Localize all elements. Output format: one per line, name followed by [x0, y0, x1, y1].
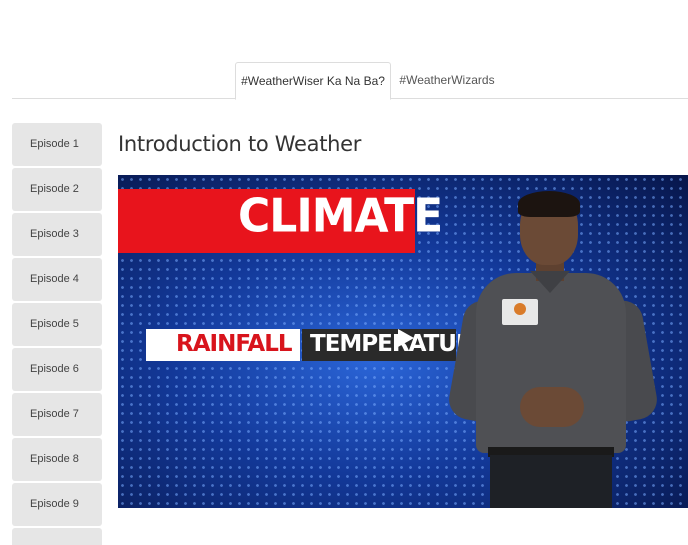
presenter-hands — [520, 387, 584, 427]
tab-weatherwizards[interactable]: #WeatherWizards — [391, 62, 503, 99]
episode-item-3[interactable]: Episode 3 — [12, 213, 102, 256]
presenter-pants — [490, 455, 612, 508]
episode-item-6[interactable]: Episode 6 — [12, 348, 102, 391]
episode-item-8[interactable]: Episode 8 — [12, 438, 102, 481]
episode-list: Episode 1 Episode 2 Episode 3 Episode 4 … — [12, 123, 102, 545]
tab-bar: #WeatherWiser Ka Na Ba? #WeatherWizards — [12, 62, 688, 100]
episode-item-9[interactable]: Episode 9 — [12, 483, 102, 526]
badge-logo-icon — [514, 303, 526, 315]
episode-item-7[interactable]: Episode 7 — [12, 393, 102, 436]
video-title: Introduction to Weather — [118, 132, 362, 156]
climate-banner-text: CLIMATE — [238, 189, 443, 244]
episode-item-4[interactable]: Episode 4 — [12, 258, 102, 301]
rainfall-text: RAINFALL — [176, 331, 293, 357]
episode-item-1[interactable]: Episode 1 — [12, 123, 102, 166]
episode-item-2[interactable]: Episode 2 — [12, 168, 102, 211]
tab-weatherwiser[interactable]: #WeatherWiser Ka Na Ba? — [235, 62, 391, 100]
presenter-hair — [518, 191, 580, 217]
presenter-figure — [445, 191, 680, 508]
episode-item-partial[interactable] — [12, 528, 102, 545]
video-player[interactable]: CLIMATE RAINFALL TEMPERATURE — [118, 175, 688, 508]
episode-item-5[interactable]: Episode 5 — [12, 303, 102, 346]
play-icon[interactable] — [398, 329, 414, 347]
